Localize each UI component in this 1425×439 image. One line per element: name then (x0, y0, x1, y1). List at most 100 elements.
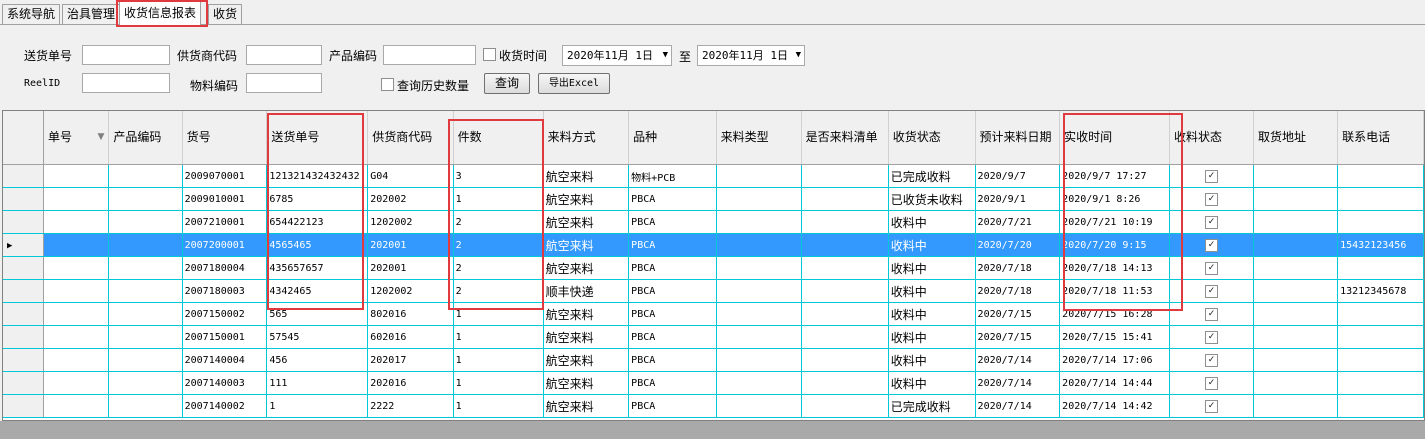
row-header[interactable] (3, 371, 45, 395)
table-cell (1337, 394, 1424, 418)
table-cell: 4565465 (266, 233, 369, 257)
material-status-checkbox[interactable]: ✓ (1204, 330, 1218, 344)
col-header-quantity[interactable]: 件数 (453, 111, 544, 165)
material-status-checkbox[interactable]: ✓ (1204, 238, 1218, 252)
col-header-product-code[interactable]: 产品编码 (108, 111, 183, 165)
row-header[interactable] (3, 279, 45, 303)
table-cell (43, 279, 110, 303)
history-checkbox[interactable] (381, 78, 394, 91)
col-header-has-list[interactable]: 是否来料清单 (801, 111, 889, 165)
col-header-supplier-code[interactable]: 供货商代码 (367, 111, 454, 165)
col-header-order-no[interactable]: 单号 ▼ (43, 111, 110, 165)
table-cell[interactable]: ✓ (1169, 279, 1255, 303)
col-header-receive-status[interactable]: 收货状态 (888, 111, 976, 165)
product-code-input[interactable] (383, 45, 476, 65)
table-cell: 收料中 (888, 256, 976, 280)
table-row[interactable]: 2007150002 565 802016 1 航空来料 PBCA 收料中 2020/7/15… (3, 302, 1424, 326)
material-status-checkbox[interactable]: ✓ (1204, 399, 1218, 413)
table-row[interactable]: 2007180004 435657657 202001 2 航空来料 PBCA 收料中 202… (3, 256, 1424, 280)
row-header[interactable] (3, 325, 45, 349)
table-cell (43, 256, 110, 280)
reel-id-label: ReelID (24, 78, 61, 89)
delivery-no-input[interactable] (82, 45, 170, 65)
table-cell (1337, 164, 1424, 188)
table-cell[interactable]: ✓ (1169, 348, 1255, 372)
table-cell[interactable]: ✓ (1169, 394, 1255, 418)
date-to-picker[interactable]: 2020年11月 1日 ▼ (697, 45, 805, 66)
table-row[interactable]: 2007140004 456 202017 1 航空来料 PBCA 收料中 2020/7/14… (3, 348, 1424, 372)
table-cell[interactable]: ✓ (1169, 325, 1255, 349)
col-header-phone[interactable]: 联系电话 (1337, 111, 1424, 165)
table-cell[interactable]: ✓ (1169, 371, 1255, 395)
table-cell[interactable]: ✓ (1169, 233, 1255, 257)
col-header-pickup-address[interactable]: 取货地址 (1253, 111, 1339, 165)
receive-time-checkbox[interactable] (483, 48, 496, 61)
material-status-checkbox[interactable]: ✓ (1204, 353, 1218, 367)
material-status-checkbox[interactable]: ✓ (1204, 169, 1218, 183)
row-header[interactable] (3, 210, 45, 234)
row-header[interactable] (3, 256, 45, 280)
table-row[interactable]: 2007180003 4342465 1202002 2 顺丰快递 PBCA 收料中 2020… (3, 279, 1424, 303)
table-row[interactable]: 2007140002 1 2222 1 航空来料 PBCA 已完成收料 2020/7/14 20… (3, 394, 1424, 418)
material-status-checkbox[interactable]: ✓ (1204, 376, 1218, 390)
table-row[interactable]: 2007140003 111 202016 1 航空来料 PBCA 收料中 2020/7/14… (3, 371, 1424, 395)
row-header[interactable] (3, 348, 45, 372)
col-header-material-status[interactable]: 收料状态 (1169, 111, 1255, 165)
table-row[interactable]: 2009010001 6785 202002 1 航空来料 PBCA 已收货未收料 2020/… (3, 187, 1424, 211)
col-header-material-type[interactable]: 来料类型 (716, 111, 802, 165)
table-cell: PBCA (628, 256, 717, 280)
table-cell (801, 233, 889, 257)
col-header-delivery-method[interactable]: 来料方式 (543, 111, 630, 165)
row-header[interactable]: ▶ (3, 233, 45, 257)
export-excel-button[interactable]: 导出Excel (538, 73, 610, 94)
material-status-checkbox[interactable]: ✓ (1204, 307, 1218, 321)
query-button[interactable]: 查询 (484, 73, 530, 94)
table-cell[interactable]: ✓ (1169, 210, 1255, 234)
material-status-checkbox[interactable]: ✓ (1204, 284, 1218, 298)
table-cell[interactable]: ✓ (1169, 256, 1255, 280)
date-from-value: 2020年11月 1日 (567, 49, 653, 62)
table-cell: 2020/7/15 (975, 325, 1061, 349)
tab-system-nav[interactable]: 系统导航 (2, 4, 61, 24)
material-status-checkbox[interactable]: ✓ (1204, 215, 1218, 229)
table-cell: 3 (453, 164, 544, 188)
table-cell: 2020/7/18 14:13 (1059, 256, 1170, 280)
table-cell (716, 164, 802, 188)
table-cell[interactable]: ✓ (1169, 187, 1255, 211)
row-header[interactable] (3, 394, 45, 418)
tab-fixture-management[interactable]: 治具管理 (62, 4, 121, 24)
col-header-delivery-no[interactable]: 送货单号 (266, 111, 369, 165)
table-row[interactable]: 2007150001 57545 602016 1 航空来料 PBCA 收料中 2020/7/… (3, 325, 1424, 349)
table-cell (108, 371, 183, 395)
supplier-code-input[interactable] (246, 45, 322, 65)
table-cell (108, 394, 183, 418)
row-header[interactable] (3, 164, 45, 188)
tab-receiving[interactable]: 收货 (208, 4, 243, 24)
table-cell (1337, 348, 1424, 372)
reel-id-input[interactable] (82, 73, 170, 93)
table-row[interactable]: ▶ 2007200001 4565465 202001 2 航空来料 PBCA 收料中 2020… (3, 233, 1424, 257)
col-header-variety[interactable]: 品种 (628, 111, 717, 165)
table-cell (1337, 210, 1424, 234)
row-header[interactable] (3, 302, 45, 326)
row-header[interactable] (3, 187, 45, 211)
tab-receiving-report[interactable]: 收货信息报表 (119, 1, 202, 25)
col-header-actual-time[interactable]: 实收时间 (1059, 111, 1170, 165)
table-cell: 航空来料 (543, 164, 630, 188)
col-header-expected-date[interactable]: 预计来料日期 (975, 111, 1061, 165)
table-cell: 2009070001 (182, 164, 268, 188)
table-cell[interactable]: ✓ (1169, 302, 1255, 326)
material-status-checkbox[interactable]: ✓ (1204, 192, 1218, 206)
material-code-input[interactable] (246, 73, 322, 93)
table-cell (108, 256, 183, 280)
table-row[interactable]: 2007210001 654422123 1202002 2 航空来料 PBCA 收料中 20… (3, 210, 1424, 234)
table-cell: 2007150002 (182, 302, 268, 326)
table-row[interactable]: 2009070001 121321432432432 G04 3 航空来料 物料+PCB 已… (3, 164, 1424, 188)
col-header-item-no[interactable]: 货号 (182, 111, 268, 165)
dropdown-arrow-icon[interactable]: ▼ (97, 132, 104, 143)
table-cell[interactable]: ✓ (1169, 164, 1255, 188)
material-status-checkbox[interactable]: ✓ (1204, 261, 1218, 275)
table-cell: 收料中 (888, 348, 976, 372)
table-cell: 802016 (367, 302, 454, 326)
date-from-picker[interactable]: 2020年11月 1日 ▼ (562, 45, 672, 66)
